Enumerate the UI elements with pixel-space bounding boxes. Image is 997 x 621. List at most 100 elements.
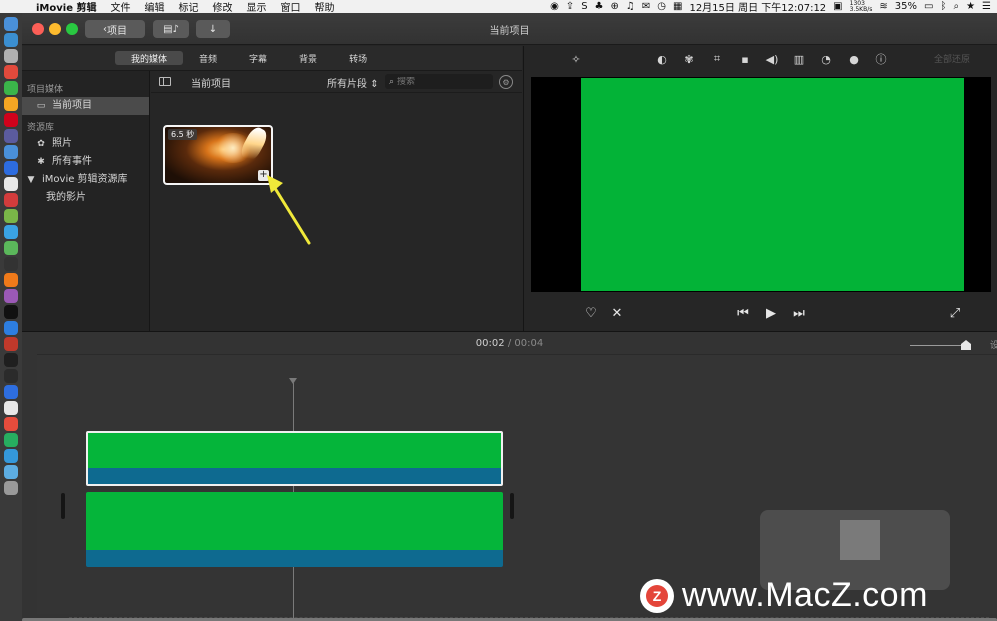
display-icon[interactable]: ▣: [833, 1, 842, 12]
reset-all-button[interactable]: 全部还原: [934, 52, 970, 65]
menu-help[interactable]: 帮助: [314, 0, 334, 13]
dock-app-icon[interactable]: [4, 401, 18, 415]
tab-backgrounds[interactable]: 背景: [283, 51, 333, 65]
dock-app-icon[interactable]: [4, 209, 18, 223]
dock-app-icon[interactable]: [4, 257, 18, 271]
star-icon[interactable]: ★: [966, 1, 975, 12]
browser-tabs: 我的媒体 音频 字幕 背景 转场: [22, 46, 522, 71]
favorite-heart-icon[interactable]: ♡: [582, 304, 600, 322]
video-preview[interactable]: [531, 77, 991, 292]
sidebar-item-my-movie[interactable]: 我的影片: [22, 189, 149, 207]
dock-app-icon[interactable]: [4, 289, 18, 303]
dock-app-icon[interactable]: [4, 33, 18, 47]
dock-app-icon[interactable]: [4, 193, 18, 207]
dock-app-icon[interactable]: [4, 177, 18, 191]
dock-app-icon[interactable]: [4, 113, 18, 127]
dock-app-icon[interactable]: [4, 449, 18, 463]
color-balance-icon[interactable]: ◐: [654, 51, 670, 67]
calendar-icon[interactable]: ▦: [673, 1, 682, 12]
dock-app-icon[interactable]: [4, 81, 18, 95]
dock-app-icon[interactable]: [4, 305, 18, 319]
speed-icon[interactable]: ◔: [818, 51, 834, 67]
dock-app-icon[interactable]: [4, 465, 18, 479]
preview-frame-content: [581, 78, 964, 291]
bell-icon[interactable]: ♣: [595, 1, 604, 12]
crop-icon[interactable]: ⌗: [709, 51, 725, 67]
dock-app-icon[interactable]: [4, 97, 18, 111]
dock-app-icon[interactable]: [4, 17, 18, 31]
disclosure-triangle-icon[interactable]: ▼: [26, 171, 36, 189]
adjustment-toolbar: ✧ ◐ ✾ ⌗ ▪ ◀) ▥ ◔ ● ⓘ 全部还原: [524, 46, 997, 71]
datetime[interactable]: 12月15日 周日 下午12:07:12: [689, 0, 826, 13]
sidebar-item-library[interactable]: ▼ iMovie 剪辑资源库: [22, 171, 149, 189]
clip-duration-badge: 6.5 秒: [168, 129, 198, 140]
settings-gear-icon[interactable]: ⚙: [499, 75, 513, 89]
tab-transitions[interactable]: 转场: [333, 51, 383, 65]
dock-app-icon[interactable]: [4, 481, 18, 495]
tab-my-media[interactable]: 我的媒体: [115, 51, 184, 65]
dock-app-icon[interactable]: [4, 321, 18, 335]
tab-audio[interactable]: 音频: [183, 51, 233, 65]
skip-forward-icon[interactable]: ⏭: [790, 304, 808, 322]
menu-modify[interactable]: 修改: [212, 0, 232, 13]
magic-wand-icon[interactable]: ✧: [568, 51, 584, 67]
stabilization-icon[interactable]: ▪: [737, 51, 753, 67]
primary-clip[interactable]: [86, 492, 503, 567]
volume-icon[interactable]: ◀): [764, 51, 780, 67]
battery-icon[interactable]: ▭: [924, 1, 933, 12]
search-input[interactable]: [397, 76, 488, 87]
skip-back-icon[interactable]: ⏮: [734, 304, 752, 322]
bluetooth-icon[interactable]: ᛒ: [940, 1, 946, 12]
sidebar-item-all-events[interactable]: ✱ 所有事件: [22, 153, 149, 171]
sidebar-item-label: iMovie 剪辑资源库: [42, 174, 128, 185]
dock-app-icon[interactable]: [4, 49, 18, 63]
sidebar-toggle-icon[interactable]: [159, 77, 171, 86]
play-icon[interactable]: ▶: [762, 304, 780, 322]
clip-filter-select[interactable]: 所有片段 ⇕: [327, 75, 379, 90]
dock-app-icon[interactable]: [4, 433, 18, 447]
color-palette-icon[interactable]: ✾: [681, 51, 697, 67]
timeline-settings-label[interactable]: 设: [990, 338, 997, 351]
dock-app-icon[interactable]: [4, 369, 18, 383]
wifi-icon[interactable]: ≋: [879, 1, 887, 12]
dock-app-icon[interactable]: [4, 145, 18, 159]
trim-handle-right[interactable]: [510, 493, 514, 519]
menu-edit[interactable]: 编辑: [144, 0, 164, 13]
menu-view[interactable]: 显示: [246, 0, 266, 13]
info-icon[interactable]: ⓘ: [873, 51, 889, 67]
s-icon[interactable]: S: [581, 1, 587, 12]
status-icon[interactable]: ◉: [550, 1, 559, 12]
dock-app-icon[interactable]: [4, 273, 18, 287]
overlay-clip[interactable]: [86, 431, 503, 486]
app-menu[interactable]: iMovie 剪辑: [36, 0, 96, 13]
filter-icon[interactable]: ●: [846, 51, 862, 67]
globe-icon[interactable]: ⊕: [611, 1, 619, 12]
reject-icon[interactable]: ✕: [608, 304, 626, 322]
trim-handle-left[interactable]: [61, 493, 65, 519]
fullscreen-icon[interactable]: ⤢: [946, 304, 964, 322]
media-clip[interactable]: 6.5 秒 +: [163, 125, 273, 185]
dock-app-icon[interactable]: [4, 337, 18, 351]
sidebar-item-photos[interactable]: ✿ 照片: [22, 135, 149, 153]
dock-app-icon[interactable]: [4, 385, 18, 399]
list-icon[interactable]: ☰: [982, 1, 991, 12]
tab-titles[interactable]: 字幕: [233, 51, 283, 65]
dock-app-icon[interactable]: [4, 129, 18, 143]
clock-icon[interactable]: ◷: [657, 1, 666, 12]
chat-icon[interactable]: ✉: [642, 1, 650, 12]
menu-file[interactable]: 文件: [110, 0, 130, 13]
dock-app-icon[interactable]: [4, 65, 18, 79]
dock-app-icon[interactable]: [4, 225, 18, 239]
dock-app-icon[interactable]: [4, 353, 18, 367]
sidebar-item-current-project[interactable]: ▭ 当前项目: [22, 97, 149, 115]
search-icon[interactable]: ⌕: [953, 1, 959, 12]
search-field[interactable]: ⌕: [385, 74, 493, 89]
dock-app-icon[interactable]: [4, 241, 18, 255]
music-icon[interactable]: ♫: [626, 1, 635, 12]
menu-mark[interactable]: 标记: [178, 0, 198, 13]
upload-icon[interactable]: ⇪: [566, 1, 574, 12]
dock-app-icon[interactable]: [4, 417, 18, 431]
dock-app-icon[interactable]: [4, 161, 18, 175]
menu-window[interactable]: 窗口: [280, 0, 300, 13]
equalizer-icon[interactable]: ▥: [791, 51, 807, 67]
